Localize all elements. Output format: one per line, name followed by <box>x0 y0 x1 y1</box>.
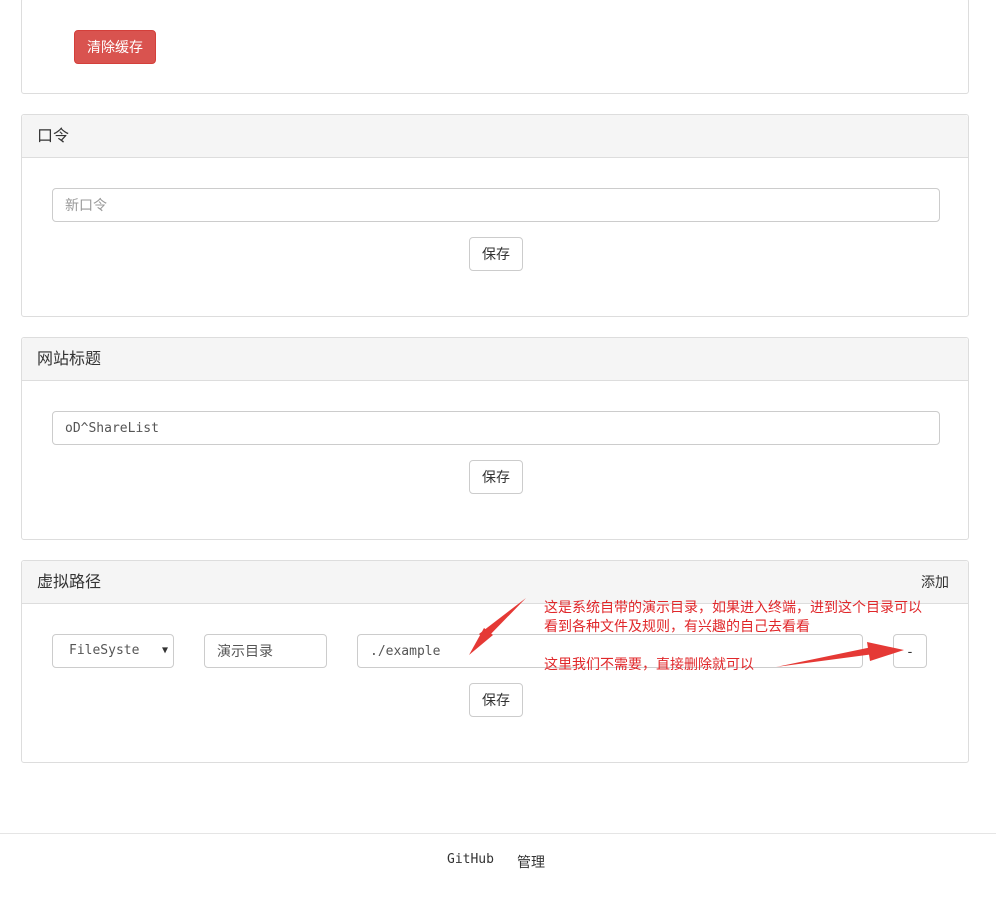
annotation-demo-dir-line-1: 这是系统自带的演示目录，如果进入终端，进到这个目录可以 <box>544 599 922 615</box>
virtual-path-save-button[interactable]: 保存 <box>469 683 523 717</box>
annotation-demo-dir-line-2: 看到各种文件及规则，有兴趣的自己去看看 <box>544 618 810 634</box>
storage-type-select[interactable]: FileSyste ▼ <box>52 634 174 668</box>
annotation-delete-hint: 这里我们不需要，直接删除就可以 <box>544 656 754 672</box>
storage-type-selected: FileSyste <box>69 643 140 658</box>
password-panel-heading: 口令 <box>22 115 968 158</box>
footer-github-link[interactable]: GitHub <box>447 852 494 867</box>
add-path-link[interactable]: 添加 <box>921 561 949 603</box>
virtual-path-panel: 虚拟路径 添加 FileSyste ▼ - 保存 <box>21 560 969 763</box>
site-title-panel-title: 网站标题 <box>37 351 102 368</box>
site-title-panel-heading: 网站标题 <box>22 338 968 381</box>
new-password-input[interactable] <box>52 188 940 222</box>
site-title-input[interactable] <box>52 411 940 445</box>
remove-path-button[interactable]: - <box>893 634 927 668</box>
password-panel-title: 口令 <box>37 128 70 145</box>
site-title-save-button[interactable]: 保存 <box>469 460 523 494</box>
cache-panel: 清除缓存 <box>21 0 969 94</box>
password-save-button[interactable]: 保存 <box>469 237 523 271</box>
site-title-panel: 网站标题 保存 <box>21 337 969 540</box>
clear-cache-button[interactable]: 清除缓存 <box>74 30 156 64</box>
virtual-path-panel-title: 虚拟路径 <box>37 574 102 591</box>
footer-divider <box>0 833 996 834</box>
footer-admin-link[interactable]: 管理 <box>517 852 545 872</box>
password-panel: 口令 保存 <box>21 114 969 317</box>
path-name-input[interactable] <box>204 634 327 668</box>
chevron-down-icon: ▼ <box>161 645 168 656</box>
